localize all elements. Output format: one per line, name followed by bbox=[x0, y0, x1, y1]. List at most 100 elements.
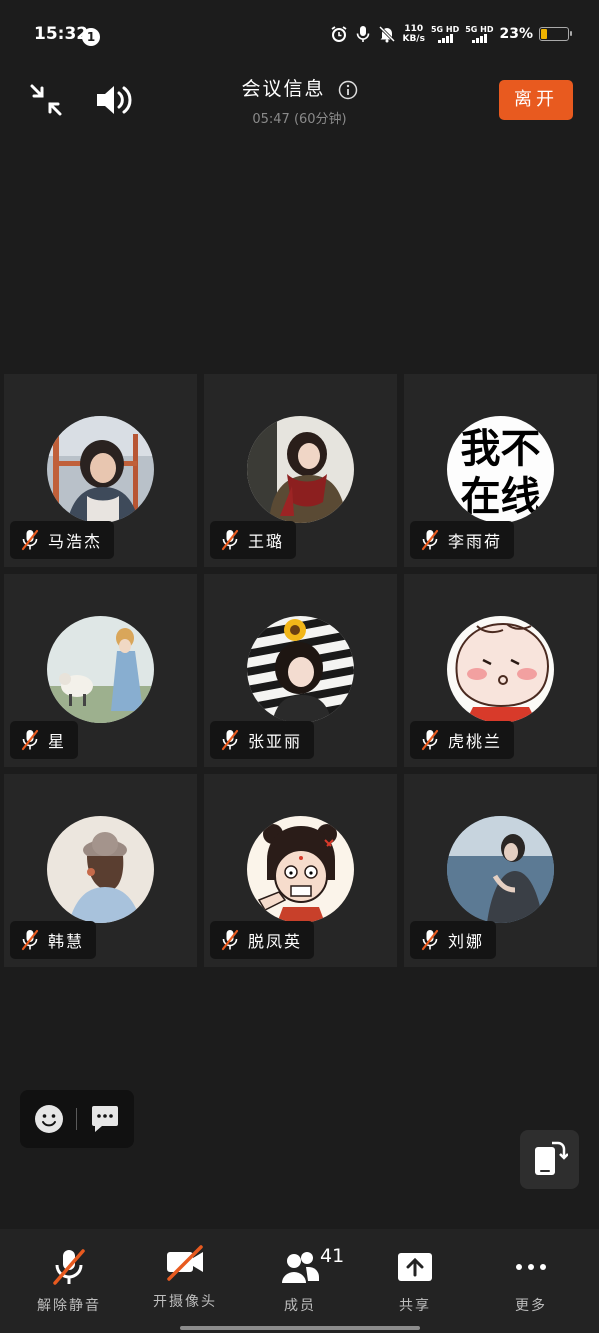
name-tag: 王璐 bbox=[210, 521, 297, 559]
participant-name: 张亚丽 bbox=[248, 732, 303, 751]
members-button[interactable]: 成员 bbox=[245, 1229, 355, 1329]
participant-name: 星 bbox=[48, 732, 67, 751]
avatar-text-line1: 我不 bbox=[461, 426, 541, 472]
mic-muted-icon bbox=[421, 729, 439, 751]
smiley-icon bbox=[35, 1105, 63, 1133]
avatar-text-line2: 在线 bbox=[461, 474, 541, 520]
signal-sim2: 5G HD bbox=[465, 25, 493, 43]
avatar bbox=[47, 816, 154, 923]
unmute-button[interactable]: 解除静音 bbox=[14, 1229, 124, 1329]
participant-tile[interactable]: 我不 在线 李雨荷 bbox=[404, 374, 597, 567]
mic-muted-icon bbox=[221, 529, 239, 551]
participant-name: 王璐 bbox=[248, 532, 285, 551]
participant-name: 刘娜 bbox=[448, 932, 485, 951]
avatar bbox=[247, 416, 354, 523]
chat-bubble-icon bbox=[92, 1106, 118, 1132]
signal-bars-icon bbox=[471, 34, 487, 43]
leave-button[interactable]: 离开 bbox=[499, 80, 573, 120]
avatar bbox=[47, 616, 154, 723]
info-icon bbox=[338, 80, 357, 99]
name-tag: 韩慧 bbox=[10, 921, 97, 959]
mic-muted-icon bbox=[53, 1249, 85, 1285]
photo-girl-classroom-avatar bbox=[47, 416, 154, 523]
members-label: 成员 bbox=[284, 1298, 316, 1314]
more-label: 更多 bbox=[515, 1298, 547, 1314]
name-tag: 脱凤英 bbox=[210, 921, 315, 959]
battery-icon bbox=[539, 27, 572, 41]
participant-tile[interactable]: 虎桃兰 bbox=[404, 574, 597, 767]
participant-tile[interactable]: 星 bbox=[4, 574, 197, 767]
name-tag: 虎桃兰 bbox=[410, 721, 515, 759]
emoji-button[interactable] bbox=[34, 1104, 64, 1134]
participant-name: 虎桃兰 bbox=[448, 732, 503, 751]
participant-tile[interactable]: 刘娜 bbox=[404, 774, 597, 967]
name-tag: 张亚丽 bbox=[210, 721, 315, 759]
participant-tile[interactable]: 马浩杰 bbox=[4, 374, 197, 567]
battery-percent: 23% bbox=[499, 26, 533, 42]
more-button[interactable]: 更多 bbox=[476, 1229, 586, 1329]
share-label: 共享 bbox=[399, 1298, 431, 1314]
avatar bbox=[447, 616, 554, 723]
mic-muted-icon bbox=[421, 529, 439, 551]
photo-girl-sea-avatar bbox=[447, 816, 554, 923]
status-bar: 15:32 1 110 KB/s 5G HD 5G HD 23% bbox=[0, 0, 599, 72]
signal-sim1: 5G HD bbox=[431, 25, 459, 43]
photo-girl-hat-back-avatar bbox=[47, 816, 154, 923]
photo-girl-with-sheep-avatar bbox=[47, 616, 154, 723]
participant-tile[interactable]: 脱凤英 bbox=[204, 774, 397, 967]
mic-muted-icon bbox=[21, 929, 39, 951]
status-icons: 110 KB/s 5G HD 5G HD 23% bbox=[330, 24, 572, 44]
camera-off-icon bbox=[167, 1245, 203, 1281]
camera-label: 开摄像头 bbox=[153, 1294, 217, 1310]
more-dots-icon bbox=[516, 1264, 546, 1270]
photo-girl-red-scarf-avatar bbox=[247, 416, 354, 523]
net-speed: 110 KB/s bbox=[402, 24, 425, 44]
mic-muted-icon bbox=[421, 929, 439, 951]
camera-button[interactable]: 开摄像头 bbox=[130, 1229, 240, 1329]
name-tag: 李雨荷 bbox=[410, 521, 515, 559]
mic-muted-icon bbox=[221, 929, 239, 951]
chat-toolbar bbox=[20, 1090, 134, 1148]
avatar bbox=[447, 816, 554, 923]
signal-bars-icon bbox=[437, 34, 453, 43]
home-indicator[interactable] bbox=[180, 1326, 420, 1330]
share-upload-icon bbox=[398, 1253, 432, 1281]
chat-button[interactable] bbox=[90, 1105, 120, 1133]
participant-name: 韩慧 bbox=[48, 932, 85, 951]
mic-muted-icon bbox=[221, 729, 239, 751]
divider bbox=[76, 1108, 77, 1130]
notification-badge: 1 bbox=[82, 28, 100, 46]
alarm-icon bbox=[331, 26, 347, 42]
participant-tile[interactable]: 王璐 bbox=[204, 374, 397, 567]
avatar: 我不 在线 bbox=[447, 416, 554, 523]
mute-bell-icon bbox=[379, 25, 396, 43]
members-count-badge: 41 bbox=[320, 1245, 345, 1267]
mic-muted-icon bbox=[21, 529, 39, 551]
avatar bbox=[247, 816, 354, 923]
unmute-label: 解除静音 bbox=[37, 1298, 101, 1314]
participant-grid: 马浩杰 王璐 我不 在线 李雨荷 星 张亚丽 虎桃兰 韩慧 脱凤英 刘娜 bbox=[4, 374, 597, 967]
photo-girl-sunflower-avatar bbox=[247, 616, 354, 723]
switch-device-button[interactable] bbox=[520, 1130, 579, 1189]
members-icon bbox=[282, 1252, 319, 1283]
name-tag: 星 bbox=[10, 721, 79, 759]
participant-tile[interactable]: 韩慧 bbox=[4, 774, 197, 967]
text-not-online-avatar: 我不 在线 bbox=[447, 416, 554, 523]
share-button[interactable]: 共享 bbox=[360, 1229, 470, 1329]
bottom-toolbar: 解除静音 开摄像头 成员 41 共享 更多 bbox=[0, 1229, 599, 1333]
name-tag: 刘娜 bbox=[410, 921, 497, 959]
avatar bbox=[47, 416, 154, 523]
meeting-title: 会议信息 bbox=[241, 78, 326, 100]
participant-name: 李雨荷 bbox=[448, 532, 503, 551]
participant-tile[interactable]: 张亚丽 bbox=[204, 574, 397, 767]
phone-switch-icon bbox=[535, 1141, 568, 1175]
status-time: 15:32 bbox=[34, 24, 89, 44]
meeting-header: 会议信息 05:47 (60分钟) 离开 bbox=[0, 72, 599, 140]
cartoon-boy-blushing-avatar bbox=[447, 616, 554, 723]
cartoon-girl-angry-avatar bbox=[247, 816, 354, 923]
mic-muted-icon bbox=[21, 729, 39, 751]
participant-name: 马浩杰 bbox=[48, 532, 103, 551]
participant-name: 脱凤英 bbox=[248, 932, 303, 951]
avatar bbox=[247, 616, 354, 723]
mic-icon bbox=[357, 26, 370, 42]
